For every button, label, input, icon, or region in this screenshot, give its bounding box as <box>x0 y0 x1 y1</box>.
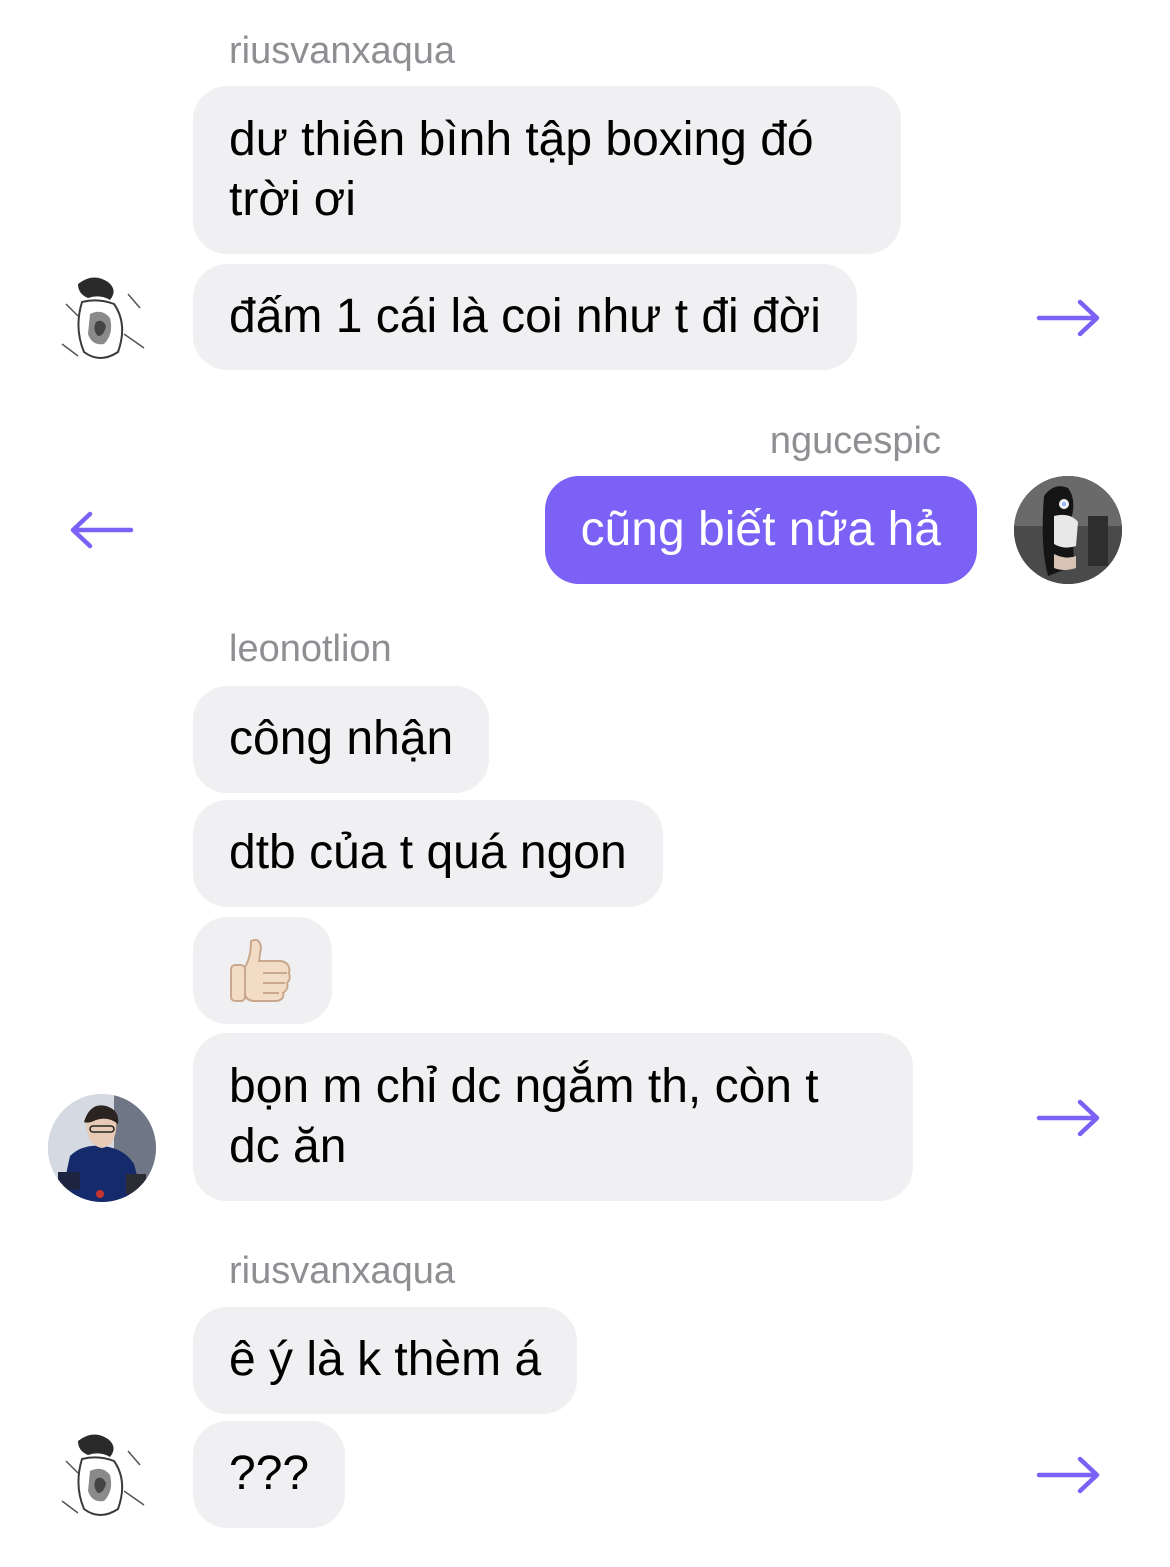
arrow-right-icon[interactable] <box>1036 1098 1102 1138</box>
avatar[interactable] <box>1014 476 1122 584</box>
sender-name: ngucespic <box>769 420 941 462</box>
avatar-sketch-icon <box>48 1421 156 1529</box>
avatar[interactable] <box>48 1421 156 1529</box>
avatar[interactable] <box>48 1094 156 1202</box>
message-bubble[interactable]: ??? <box>193 1421 346 1528</box>
message-bubble[interactable]: đấm 1 cái là coi như t đi đời <box>193 264 857 370</box>
message-bubble-emoji[interactable] <box>193 917 332 1024</box>
avatar-photo-icon <box>48 1094 156 1202</box>
thumbs-up-emoji <box>230 938 291 1002</box>
arrow-right-icon[interactable] <box>1036 298 1102 338</box>
sender-name: leonotlion <box>229 628 392 670</box>
arrow-left-icon[interactable] <box>68 510 134 550</box>
message-bubble[interactable]: ê ý là k thèm á <box>193 1307 578 1414</box>
message-bubble[interactable]: bọn m chỉ dc ngắm th, còn t dc ăn <box>193 1033 913 1201</box>
sender-name: riusvanxaqua <box>229 30 456 72</box>
message-bubble[interactable]: công nhận <box>193 686 490 793</box>
message-bubble-outgoing[interactable]: cũng biết nữa hả <box>544 476 977 584</box>
arrow-right-icon[interactable] <box>1036 1455 1102 1495</box>
message-bubble[interactable]: dư thiên bình tập boxing đó trời ơi <box>193 86 901 254</box>
sender-name: riusvanxaqua <box>229 1250 456 1292</box>
avatar[interactable] <box>48 264 156 372</box>
avatar-sketch-icon <box>48 264 156 372</box>
message-bubble[interactable]: dtb của t quá ngon <box>193 800 663 907</box>
avatar-photo-icon <box>1014 476 1122 584</box>
